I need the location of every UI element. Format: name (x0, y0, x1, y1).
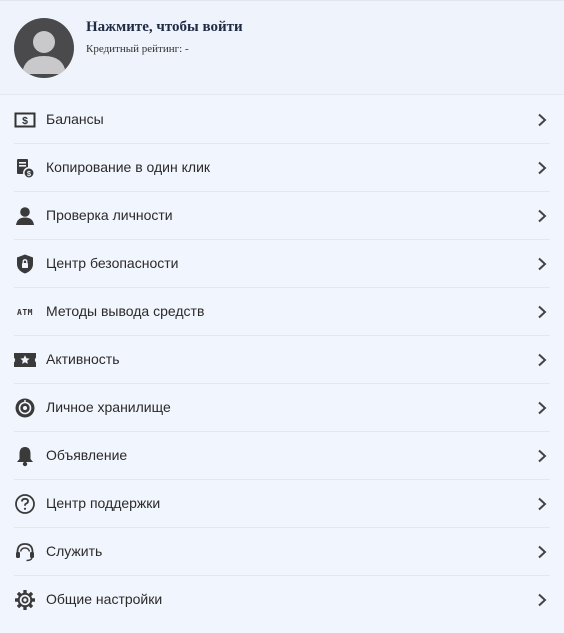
menu-item-help-center[interactable]: Центр поддержки (0, 480, 564, 528)
gear-icon (14, 589, 36, 611)
chevron-right-icon (538, 353, 547, 367)
menu-item-announcements[interactable]: Объявление (0, 432, 564, 480)
chevron-right-icon (538, 545, 547, 559)
chevron-right-icon (538, 209, 547, 223)
menu-item-identity-verification[interactable]: Проверка личности (0, 192, 564, 240)
chevron-right-icon (538, 305, 547, 319)
menu-item-label: Центр безопасности (46, 255, 179, 271)
chevron-right-icon (538, 401, 547, 415)
copy-trade-icon: $ (14, 157, 36, 179)
menu-item-label: Личное хранилище (46, 399, 171, 415)
svg-text:$: $ (22, 115, 28, 127)
credit-rating: Кредитный рейтинг: - (86, 43, 189, 55)
menu-item-withdrawal-methods[interactable]: ATM Методы вывода средств (0, 288, 564, 336)
chevron-right-icon (538, 449, 547, 463)
menu-item-personal-vault[interactable]: Личное хранилище (0, 384, 564, 432)
atm-icon-text: ATM (17, 307, 33, 317)
chevron-right-icon (538, 497, 547, 511)
menu-item-security-center[interactable]: Центр безопасности (0, 240, 564, 288)
login-title[interactable]: Нажмите, чтобы войти (86, 19, 243, 36)
menu-item-general-settings[interactable]: Общие настройки (0, 576, 564, 624)
bell-icon (14, 445, 36, 467)
menu-item-service[interactable]: Служить (0, 528, 564, 576)
menu-item-label: Служить (46, 543, 103, 559)
user-icon (14, 205, 36, 227)
ticket-star-icon (14, 349, 36, 371)
chevron-right-icon (538, 113, 547, 127)
chevron-right-icon (538, 161, 547, 175)
menu-item-label: Объявление (46, 447, 128, 463)
shield-icon (14, 253, 36, 275)
help-icon (14, 493, 36, 515)
credit-rating-value: - (184, 43, 189, 55)
menu-item-label: Проверка личности (46, 207, 173, 223)
atm-icon: ATM (14, 301, 36, 323)
login-header[interactable]: Нажмите, чтобы войти Кредитный рейтинг: … (0, 1, 564, 95)
chevron-right-icon (538, 257, 547, 271)
menu-item-label: Копирование в один клик (46, 159, 211, 175)
menu-item-copy-trading[interactable]: $ Копирование в один клик (0, 144, 564, 192)
credit-rating-label: Кредитный рейтинг: (86, 43, 183, 55)
balance-icon: $ (14, 109, 36, 131)
avatar[interactable] (14, 18, 74, 78)
menu-item-label: Методы вывода средств (46, 303, 205, 319)
chevron-right-icon (538, 593, 547, 607)
menu-item-label: Балансы (46, 111, 104, 127)
menu-item-label: Центр поддержки (46, 495, 161, 511)
avatar-placeholder-icon (22, 31, 66, 74)
account-menu: $ Балансы $ Копирование в один клик Пров… (0, 96, 564, 624)
vault-icon (14, 397, 36, 419)
headset-icon (14, 541, 36, 563)
menu-item-label: Общие настройки (46, 591, 163, 607)
menu-item-balances[interactable]: $ Балансы (0, 96, 564, 144)
menu-item-activity[interactable]: Активность (0, 336, 564, 384)
menu-item-label: Активность (46, 351, 120, 367)
